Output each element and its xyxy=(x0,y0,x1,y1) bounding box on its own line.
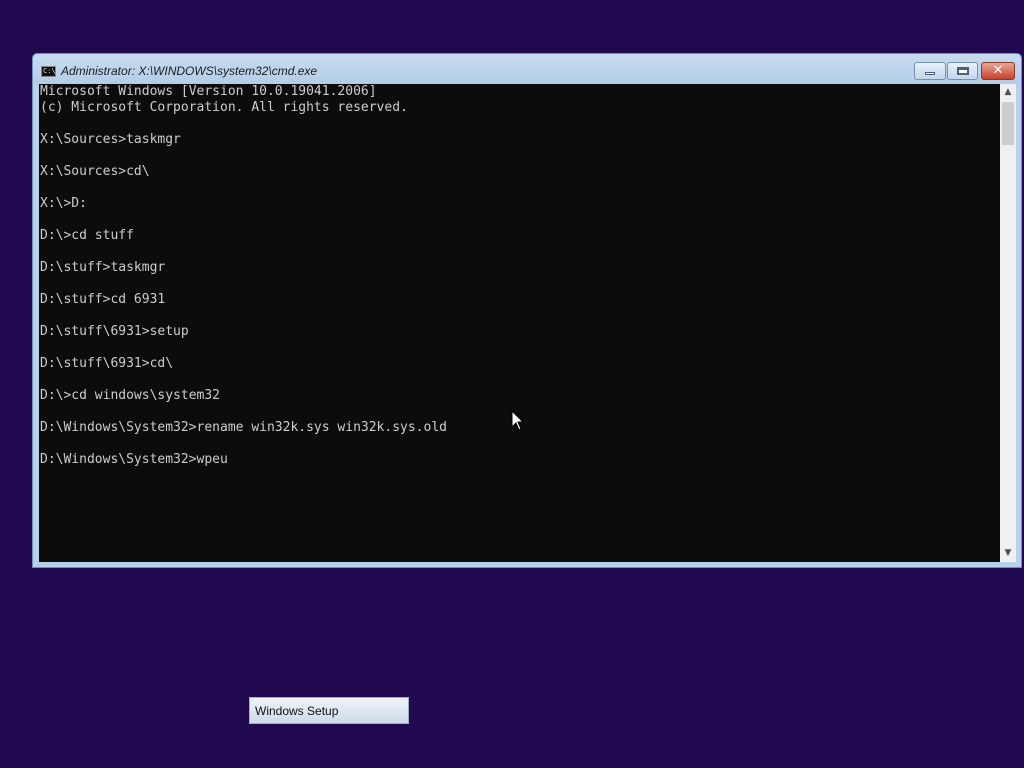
windows-setup-label: Windows Setup xyxy=(255,704,339,718)
desktop-background: C:\ Administrator: X:\WINDOWS\system32\c… xyxy=(0,0,1024,768)
console-line: D:\stuff>cd 6931 xyxy=(40,292,166,307)
console-line: X:\Sources>taskmgr xyxy=(40,132,181,147)
console-text: Microsoft Windows [Version 10.0.19041.20… xyxy=(40,84,447,468)
cmd-window[interactable]: C:\ Administrator: X:\WINDOWS\system32\c… xyxy=(32,53,1022,568)
console-line: (c) Microsoft Corporation. All rights re… xyxy=(40,100,408,115)
console-line: D:\stuff\6931>setup xyxy=(40,324,189,339)
console-line: D:\>cd windows\system32 xyxy=(40,388,221,403)
maximize-button[interactable] xyxy=(947,62,978,80)
scroll-up-arrow-icon[interactable]: ▲ xyxy=(1000,84,1016,101)
window-title: Administrator: X:\WINDOWS\system32\cmd.e… xyxy=(61,64,318,78)
console-line: D:\Windows\System32>wpeu xyxy=(40,452,228,467)
title-bar[interactable]: C:\ Administrator: X:\WINDOWS\system32\c… xyxy=(33,54,1021,84)
console-app-icon[interactable]: C:\ xyxy=(41,66,56,77)
windows-setup-taskbar-button[interactable]: Windows Setup xyxy=(249,697,409,724)
console-line: D:\stuff\6931>cd\ xyxy=(40,356,174,371)
console-line: D:\stuff>taskmgr xyxy=(40,260,166,275)
scroll-thumb[interactable] xyxy=(1002,102,1014,145)
console-line: D:\Windows\System32>rename win32k.sys wi… xyxy=(40,420,447,435)
close-icon: ✕ xyxy=(992,63,1004,78)
minimize-icon xyxy=(925,72,935,75)
console-output-area[interactable]: Microsoft Windows [Version 10.0.19041.20… xyxy=(39,84,1000,562)
console-line: X:\>D: xyxy=(40,196,87,211)
vertical-scrollbar[interactable]: ▲ ▼ xyxy=(1000,84,1016,562)
maximize-icon xyxy=(957,67,969,75)
mouse-pointer-icon xyxy=(511,410,525,431)
console-line: X:\Sources>cd\ xyxy=(40,164,150,179)
minimize-button[interactable] xyxy=(914,62,946,80)
close-button[interactable]: ✕ xyxy=(981,62,1015,80)
scroll-down-arrow-icon[interactable]: ▼ xyxy=(1000,545,1016,562)
console-line: Microsoft Windows [Version 10.0.19041.20… xyxy=(40,84,377,99)
console-line: D:\>cd stuff xyxy=(40,228,134,243)
